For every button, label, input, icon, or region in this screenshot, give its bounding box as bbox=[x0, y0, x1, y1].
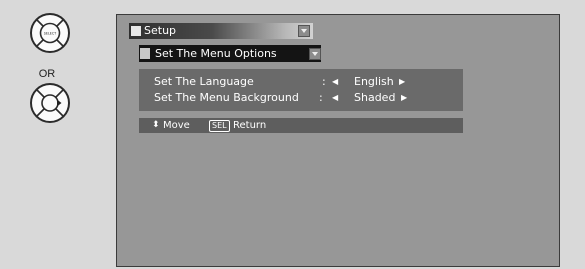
submenu-label: Set The Menu Options bbox=[155, 47, 277, 60]
option-value: Shaded bbox=[354, 91, 396, 104]
option-row-language[interactable]: Set The Language : ◀ English ▶ bbox=[139, 75, 463, 89]
right-arrow-icon[interactable]: ▶ bbox=[399, 75, 405, 89]
submenu-set-menu-options[interactable]: Set The Menu Options bbox=[139, 45, 321, 62]
option-value: English bbox=[354, 75, 394, 88]
up-down-arrow-icon: ⬍ bbox=[152, 120, 160, 130]
left-arrow-icon[interactable]: ◀ bbox=[332, 75, 338, 89]
return-hint: Return bbox=[233, 120, 267, 131]
select-button-label: SELECT bbox=[44, 32, 57, 36]
options-panel: Set The Language : ◀ English ▶ Set The M… bbox=[139, 69, 463, 111]
help-bar: ⬍ Move SEL Return bbox=[139, 118, 463, 133]
tv-screen: Setup Set The Menu Options Set The Langu… bbox=[116, 14, 560, 267]
setup-menu-title[interactable]: Setup bbox=[129, 23, 313, 39]
left-arrow-icon[interactable]: ◀ bbox=[332, 91, 338, 105]
chevron-down-icon[interactable] bbox=[309, 48, 321, 60]
setup-title-label: Setup bbox=[144, 24, 177, 37]
option-row-menu-background[interactable]: Set The Menu Background : ◀ Shaded ▶ bbox=[139, 91, 463, 105]
option-name: Set The Language bbox=[154, 75, 254, 88]
menu-marker-icon bbox=[131, 26, 141, 36]
right-arrow-icon[interactable]: ▶ bbox=[401, 91, 407, 105]
chevron-down-icon[interactable] bbox=[298, 25, 310, 37]
option-colon: : bbox=[322, 75, 326, 88]
right-dpad-icon bbox=[30, 83, 70, 123]
sel-key-badge: SEL bbox=[209, 120, 230, 132]
remote-illustration: SELECT OR bbox=[0, 0, 110, 269]
or-label: OR bbox=[38, 68, 56, 80]
select-dpad-icon: SELECT bbox=[30, 13, 70, 53]
move-hint: Move bbox=[163, 120, 190, 131]
submenu-marker-icon bbox=[140, 48, 150, 59]
option-colon: : bbox=[319, 91, 323, 104]
option-name: Set The Menu Background bbox=[154, 91, 299, 104]
